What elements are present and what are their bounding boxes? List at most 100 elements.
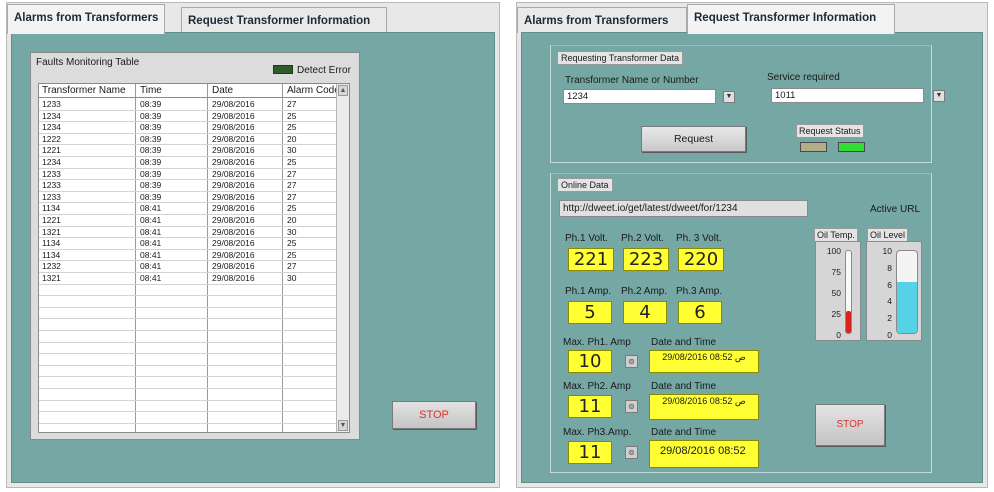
table-cell: 1234 xyxy=(42,122,61,133)
max-ph3-label: Max. Ph3.Amp. xyxy=(563,427,632,438)
gauge-tick-label: 2 xyxy=(887,313,892,324)
table-cell: 08:41 xyxy=(140,261,162,272)
table-row[interactable]: 1321 08:41 29/08/2016 30 xyxy=(39,227,349,239)
table-row[interactable]: 1134 08:41 29/08/2016 25 xyxy=(39,203,349,215)
table-row[interactable]: 1321 08:41 29/08/2016 30 xyxy=(39,273,349,285)
table-cell: 08:41 xyxy=(140,203,162,214)
column-header: Date xyxy=(212,85,234,96)
tab-alarms[interactable]: Alarms from Transformers xyxy=(7,4,166,34)
transformer-input[interactable]: 1234 xyxy=(563,89,716,104)
ph1-volt-label: Ph.1 Volt. xyxy=(565,233,608,244)
table-cell: 08:39 xyxy=(140,110,162,121)
tab-alarms[interactable]: Alarms from Transformers xyxy=(517,7,687,33)
reset-icon[interactable]: ⊚ xyxy=(625,446,638,459)
table-row[interactable] xyxy=(39,389,349,401)
table-row[interactable] xyxy=(39,354,349,366)
table-row[interactable]: 1221 08:39 29/08/2016 30 xyxy=(39,145,349,157)
table-row[interactable]: 1234 08:39 29/08/2016 25 xyxy=(39,111,349,123)
reset-icon[interactable]: ⊚ xyxy=(625,400,638,413)
tab-request-info[interactable]: Request Transformer Information xyxy=(181,7,387,33)
table-cell: 08:41 xyxy=(140,226,162,237)
table-row[interactable] xyxy=(39,401,349,413)
ph2-amp-label: Ph.2 Amp. xyxy=(621,286,668,297)
tab-request-info[interactable]: Request Transformer Information xyxy=(687,4,895,34)
oil-temp-gauge: 100 75 50 25 0 xyxy=(815,241,861,341)
ph2-volt-label: Ph.2 Volt. xyxy=(621,233,664,244)
dropdown-arrow-icon[interactable]: ▼ xyxy=(723,91,735,103)
active-url-label: Active URL xyxy=(870,204,921,215)
table-row[interactable]: 1233 08:39 29/08/2016 27 xyxy=(39,180,349,192)
table-row[interactable] xyxy=(39,343,349,355)
table-row[interactable] xyxy=(39,424,349,432)
table-cell: 29/08/2016 xyxy=(212,157,255,167)
table-row[interactable] xyxy=(39,377,349,389)
stop-button[interactable]: STOP xyxy=(815,404,885,446)
gauge-tick-label: 100 xyxy=(826,246,841,256)
thermometer-tube xyxy=(845,250,852,334)
table-row[interactable] xyxy=(39,308,349,320)
request-panel: Requesting Transformer Data Transformer … xyxy=(521,32,983,483)
table-row[interactable]: 1233 08:39 29/08/2016 27 xyxy=(39,99,349,111)
table-scrollbar[interactable]: ▲ ▼ xyxy=(336,84,349,432)
table-row[interactable] xyxy=(39,296,349,308)
detect-error-label: Detect Error xyxy=(297,65,351,76)
table-row[interactable]: 1221 08:41 29/08/2016 20 xyxy=(39,215,349,227)
table-row[interactable] xyxy=(39,366,349,378)
table-row[interactable]: 1134 08:41 29/08/2016 25 xyxy=(39,238,349,250)
gauge-tick-label: 0 xyxy=(887,330,892,340)
reset-icon[interactable]: ⊚ xyxy=(625,355,638,368)
table-cell: 29/08/2016 xyxy=(212,133,255,144)
table-cell: 08:39 xyxy=(140,99,162,109)
ph1-volt-value: 221 xyxy=(568,248,614,271)
gauge-tick-label: 4 xyxy=(887,296,892,307)
faults-monitoring-group: Faults Monitoring Table Detect Error Tra… xyxy=(30,52,360,440)
service-input[interactable]: 1011 xyxy=(771,88,924,103)
gauge-tick-label: 25 xyxy=(831,309,841,319)
table-row[interactable]: 1232 08:41 29/08/2016 27 xyxy=(39,261,349,273)
oil-level-fill xyxy=(897,282,917,333)
table-row[interactable] xyxy=(39,331,349,343)
table-row[interactable] xyxy=(39,319,349,331)
table-cell: 20 xyxy=(287,215,297,225)
table-row[interactable]: 1233 08:39 29/08/2016 27 xyxy=(39,169,349,181)
table-row[interactable]: 1134 08:41 29/08/2016 25 xyxy=(39,250,349,262)
table-row[interactable]: 1234 08:39 29/08/2016 25 xyxy=(39,157,349,169)
dropdown-arrow-icon[interactable]: ▼ xyxy=(933,90,945,102)
gauge-tick-label: 8 xyxy=(887,262,892,273)
table-header: Transformer Name Time Date Alarm Code xyxy=(39,84,349,98)
max-ph2-value: 11 xyxy=(568,395,612,418)
ph3-volt-label: Ph. 3 Volt. xyxy=(676,233,722,244)
max-ph2-datetime: 29/08/2016 08:52 ص xyxy=(649,394,759,420)
scroll-up-arrow-icon[interactable]: ▲ xyxy=(338,85,348,96)
date-time-label: Date and Time xyxy=(651,337,717,348)
table-row[interactable] xyxy=(39,285,349,297)
column-header: Time xyxy=(140,85,162,96)
max-ph2-label: Max. Ph2. Amp xyxy=(563,381,631,392)
table-cell: 27 xyxy=(287,180,297,191)
ph1-amp-label: Ph.1 Amp. xyxy=(565,286,612,297)
table-cell: 29/08/2016 xyxy=(212,191,255,202)
date-time-label: Date and Time xyxy=(651,427,717,438)
table-cell: 08:39 xyxy=(140,145,162,156)
requesting-data-group: Requesting Transformer Data Transformer … xyxy=(550,45,945,163)
request-status-label: Request Status xyxy=(796,124,864,138)
table-row[interactable]: 1233 08:39 29/08/2016 27 xyxy=(39,192,349,204)
table-cell: 08:39 xyxy=(140,168,162,179)
table-cell: 08:41 xyxy=(140,273,162,283)
ph3-amp-value: 6 xyxy=(678,301,722,324)
faults-table[interactable]: Transformer Name Time Date Alarm Code 12… xyxy=(38,83,350,433)
url-field[interactable]: http://dweet.io/get/latest/dweet/for/123… xyxy=(559,200,808,217)
max-ph1-value: 10 xyxy=(568,350,612,373)
request-button[interactable]: Request xyxy=(641,126,746,152)
table-cell: 1221 xyxy=(42,145,61,156)
stop-button[interactable]: STOP xyxy=(392,401,476,429)
table-row[interactable] xyxy=(39,412,349,424)
date-time-label: Date and Time xyxy=(651,381,717,392)
detect-error-led xyxy=(273,65,293,74)
table-cell: 29/08/2016 xyxy=(212,273,255,283)
gauge-tick-label: 0 xyxy=(836,330,841,340)
table-cell: 29/08/2016 xyxy=(212,180,255,191)
scroll-down-arrow-icon[interactable]: ▼ xyxy=(338,420,348,431)
table-row[interactable]: 1222 08:39 29/08/2016 20 xyxy=(39,134,349,146)
table-row[interactable]: 1234 08:39 29/08/2016 25 xyxy=(39,122,349,134)
